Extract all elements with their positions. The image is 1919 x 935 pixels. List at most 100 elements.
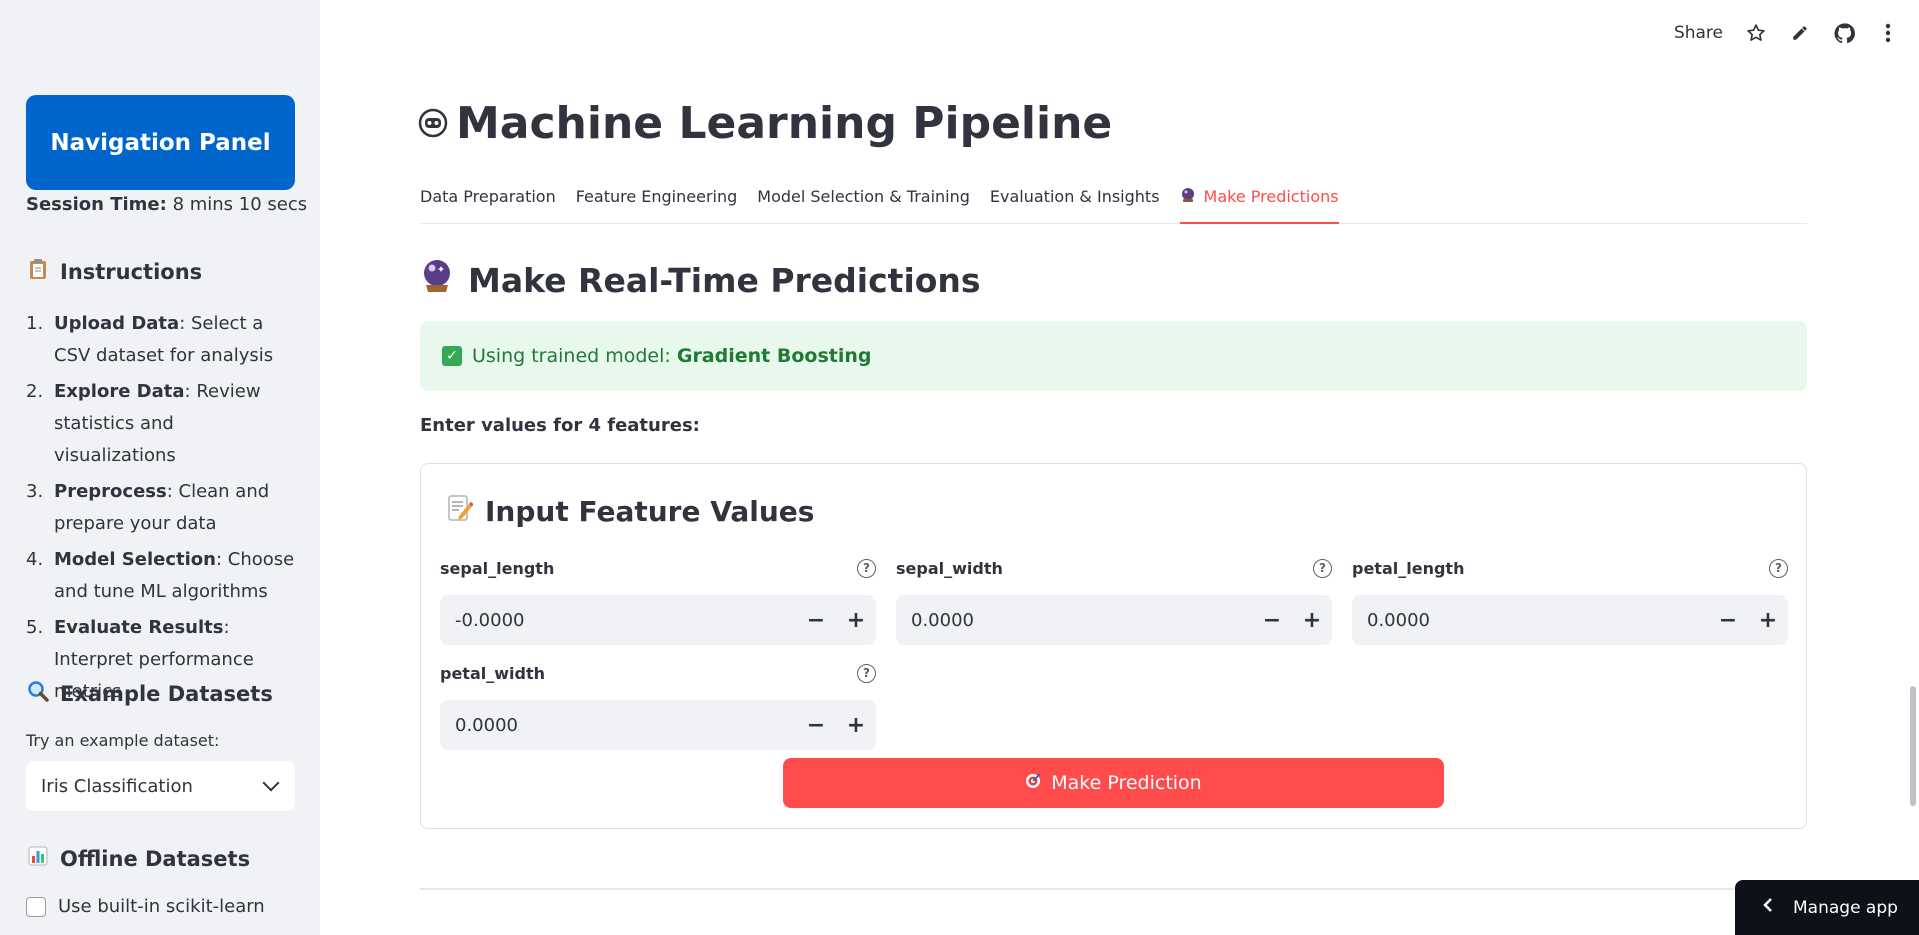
tab-bar: Data Preparation Feature Engineering Mod… (420, 184, 1807, 224)
list-item: 2. Explore Data: Review statistics and v… (26, 376, 296, 472)
page-title-text: Machine Learning Pipeline (456, 98, 1113, 149)
offline-checkbox-row[interactable]: Use built-in scikit-learn (26, 896, 265, 917)
decrement-button[interactable]: − (1252, 595, 1292, 645)
petal-length-field: petal_length ? 0.0000 − + (1352, 555, 1788, 645)
tab-evaluation[interactable]: Evaluation & Insights (990, 184, 1160, 224)
sepal-width-field: sepal_width ? 0.0000 − + (896, 555, 1332, 645)
check-icon: ✓ (442, 346, 462, 366)
session-value: 8 mins 10 secs (172, 194, 308, 215)
increment-button[interactable]: + (836, 700, 876, 750)
alert-model-name: Gradient Boosting (676, 345, 872, 367)
tab-feature-engineering[interactable]: Feature Engineering (576, 184, 738, 224)
sidebar: Navigation Panel Session Time: 8 mins 10… (0, 0, 320, 935)
number-input-value[interactable]: 0.0000 (1367, 610, 1430, 631)
github-icon[interactable] (1833, 22, 1855, 44)
crystal-ball-icon (420, 258, 454, 302)
number-input-value[interactable]: 0.0000 (911, 610, 974, 631)
make-prediction-button[interactable]: Make Prediction (783, 758, 1444, 808)
navigation-panel-header: Navigation Panel (26, 95, 295, 190)
list-item: 1. Upload Data: Select a CSV dataset for… (26, 308, 296, 372)
target-icon (1025, 772, 1041, 794)
robot-icon (418, 98, 448, 149)
sepal-length-field: sepal_length ? -0.0000 − + (440, 555, 876, 645)
memo-icon (447, 494, 474, 529)
session-label: Session Time: (26, 194, 167, 215)
offline-checkbox-label: Use built-in scikit-learn (58, 896, 265, 917)
share-button[interactable]: Share (1674, 23, 1723, 43)
magnifier-icon (26, 680, 50, 707)
section-title: Make Real-Time Predictions (420, 258, 981, 302)
list-item-title: Model Selection (54, 549, 216, 570)
dataset-select-label: Try an example dataset: (26, 731, 220, 750)
divider (420, 888, 1807, 890)
list-number: 3. (26, 481, 44, 502)
instructions-heading-text: Instructions (60, 259, 203, 284)
list-item: 3. Preprocess: Clean and prepare your da… (26, 476, 296, 540)
decrement-button[interactable]: − (1708, 595, 1748, 645)
list-item-title: Upload Data (54, 313, 180, 334)
success-alert: ✓ Using trained model: Gradient Boosting (420, 321, 1807, 391)
decrement-button[interactable]: − (796, 595, 836, 645)
chevron-down-icon (262, 774, 280, 792)
manage-app-button[interactable]: Manage app (1735, 880, 1919, 935)
offline-checkbox[interactable] (26, 896, 46, 917)
field-label: petal_width (440, 663, 545, 683)
decrement-button[interactable]: − (796, 700, 836, 750)
dataset-select-value: Iris Classification (41, 775, 193, 797)
tab-model-selection[interactable]: Model Selection & Training (757, 184, 970, 224)
offline-heading-text: Offline Datasets (60, 846, 251, 871)
examples-heading: Example Datasets (26, 680, 273, 707)
dataset-select[interactable]: Iris Classification (26, 761, 295, 811)
field-label: petal_length (1352, 558, 1465, 578)
number-input[interactable]: 0.0000 − + (896, 595, 1332, 645)
input-form-card: Input Feature Values sepal_length ? -0.0… (420, 463, 1807, 829)
header-toolbar: Share (1674, 22, 1899, 44)
edit-pencil-icon[interactable] (1789, 22, 1811, 44)
list-item-title: Preprocess (54, 481, 167, 502)
card-title: Input Feature Values (447, 494, 814, 529)
make-prediction-label: Make Prediction (1051, 772, 1202, 794)
number-input[interactable]: 0.0000 − + (440, 700, 876, 750)
more-menu-icon[interactable] (1877, 22, 1899, 44)
help-icon[interactable]: ? (1313, 558, 1332, 578)
list-item: 4. Model Selection: Choose and tune ML a… (26, 544, 296, 608)
number-input-value[interactable]: 0.0000 (455, 715, 518, 736)
tab-make-predictions[interactable]: Make Predictions (1179, 184, 1339, 224)
bar-chart-icon (26, 846, 50, 871)
offline-heading: Offline Datasets (26, 846, 250, 871)
scrollbar[interactable] (1910, 686, 1916, 806)
tab-data-preparation[interactable]: Data Preparation (420, 184, 556, 224)
page-title: Machine Learning Pipeline (418, 98, 1112, 149)
clipboard-icon (26, 258, 50, 285)
star-icon[interactable] (1745, 22, 1767, 44)
instructions-heading: Instructions (26, 258, 202, 285)
manage-app-label: Manage app (1793, 897, 1898, 918)
list-number: 4. (26, 549, 44, 570)
session-time: Session Time: 8 mins 10 secs (26, 194, 307, 215)
crystal-ball-icon (1180, 187, 1196, 222)
alert-prefix: Using trained model: (472, 345, 677, 367)
instructions-list: 1. Upload Data: Select a CSV dataset for… (26, 308, 296, 712)
increment-button[interactable]: + (836, 595, 876, 645)
increment-button[interactable]: + (1748, 595, 1788, 645)
tab-make-predictions-label: Make Predictions (1203, 187, 1339, 206)
section-title-text: Make Real-Time Predictions (468, 260, 981, 300)
examples-heading-text: Example Datasets (60, 681, 273, 706)
help-icon[interactable]: ? (857, 558, 876, 578)
feature-count-label: Enter values for 4 features: (420, 415, 700, 436)
help-icon[interactable]: ? (857, 663, 876, 683)
field-label: sepal_length (440, 558, 555, 578)
list-number: 2. (26, 381, 44, 402)
number-input-value[interactable]: -0.0000 (455, 610, 524, 631)
list-number: 1. (26, 313, 44, 334)
help-icon[interactable]: ? (1769, 558, 1788, 578)
card-title-text: Input Feature Values (485, 495, 815, 528)
field-label: sepal_width (896, 558, 1003, 578)
chevron-left-icon (1763, 897, 1773, 918)
number-input[interactable]: -0.0000 − + (440, 595, 876, 645)
increment-button[interactable]: + (1292, 595, 1332, 645)
petal-width-field: petal_width ? 0.0000 − + (440, 660, 876, 750)
list-item-title: Evaluate Results (54, 617, 224, 638)
list-item-title: Explore Data (54, 381, 185, 402)
number-input[interactable]: 0.0000 − + (1352, 595, 1788, 645)
